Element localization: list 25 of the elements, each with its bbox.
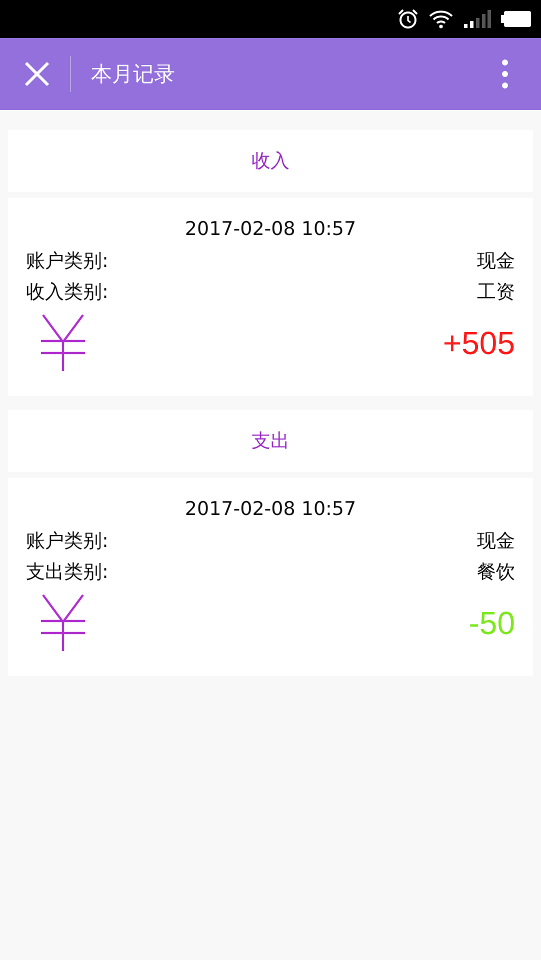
wifi-icon <box>429 9 453 29</box>
alarm-clock-icon <box>397 8 419 30</box>
section-heading: 支出 <box>8 410 533 472</box>
yen-icon <box>40 314 86 372</box>
field-label: 支出类别: <box>26 560 108 585</box>
field-value: 现金 <box>477 529 515 554</box>
close-icon <box>24 61 50 87</box>
signal-icon <box>463 9 491 29</box>
record-time: 2017-02-08 10:57 <box>184 498 358 520</box>
field-label: 收入类别: <box>26 280 108 305</box>
amount: -50 <box>468 604 515 642</box>
more-icon <box>501 59 509 89</box>
close-button[interactable] <box>24 61 50 87</box>
section-heading: 收入 <box>8 130 533 192</box>
record-time: 2017-02-08 10:57 <box>184 218 358 240</box>
battery-icon <box>501 10 531 28</box>
field-value: 工资 <box>477 280 515 305</box>
more-button[interactable] <box>501 59 509 89</box>
field-label: 账户类别: <box>26 529 108 554</box>
field-value: 餐饮 <box>477 560 515 585</box>
yen-icon <box>40 594 86 652</box>
field-label: 账户类别: <box>26 249 108 274</box>
amount: +505 <box>442 324 515 362</box>
field-value: 现金 <box>477 249 515 274</box>
page-title: 本月记录 <box>70 56 501 92</box>
